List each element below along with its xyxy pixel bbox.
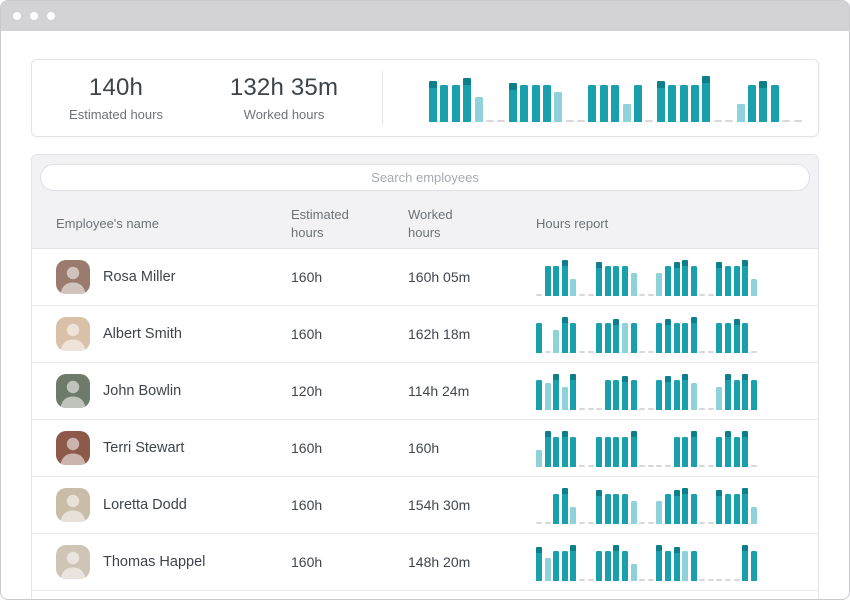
hours-report-sparkline (536, 315, 794, 353)
summary-divider (382, 71, 383, 125)
window-titlebar (1, 1, 849, 31)
person-silhouette-icon (56, 260, 90, 294)
person-silhouette-icon (56, 545, 90, 579)
summary-card: 140h Estimated hours 132h 35m Worked hou… (31, 59, 819, 137)
employee-name-cell: Albert Smith (56, 317, 291, 351)
estimated-hours-cell: 160h (291, 440, 408, 456)
estimated-hours-cell: 160h (291, 497, 408, 513)
monthly-hours-chart (429, 74, 805, 122)
employee-name-cell: Rosa Miller (56, 260, 291, 294)
person-silhouette-icon (56, 488, 90, 522)
worked-hours-cell: 148h 20m (408, 554, 536, 570)
estimated-hours-cell: 160h (291, 554, 408, 570)
table-header-row: Employee's name Estimated hours Worked h… (32, 199, 818, 249)
employee-name-cell: John Bowlin (56, 374, 291, 408)
estimated-hours-label: Estimated hours (32, 107, 200, 122)
hours-report-sparkline (536, 372, 794, 410)
column-header-worked-hours: Worked hours (408, 206, 480, 241)
estimated-hours-cell: 120h (291, 383, 408, 399)
search-input[interactable] (40, 164, 810, 191)
employee-avatar (56, 488, 90, 522)
employee-avatar (56, 374, 90, 408)
employee-name-cell: Thomas Happel (56, 545, 291, 579)
hours-report-sparkline (536, 486, 794, 524)
employee-avatar (56, 545, 90, 579)
employee-name-cell: Terri Stewart (56, 431, 291, 465)
column-header-estimated-hours: Estimated hours (291, 206, 363, 241)
employee-name-cell: Loretta Dodd (56, 488, 291, 522)
estimated-hours-cell: 160h (291, 269, 408, 285)
window-control-dot[interactable] (47, 12, 55, 20)
employee-name: Albert Smith (103, 326, 182, 342)
employee-name: John Bowlin (103, 383, 181, 399)
hours-report-sparkline (536, 258, 794, 296)
employee-name: Loretta Dodd (103, 497, 187, 513)
person-silhouette-icon (56, 317, 90, 351)
employee-name: Terri Stewart (103, 440, 184, 456)
estimated-hours-value: 140h (32, 74, 200, 102)
employee-row[interactable]: Thomas Happel 160h 148h 20m (32, 534, 818, 591)
app-window: 140h Estimated hours 132h 35m Worked hou… (0, 0, 850, 600)
window-control-dot[interactable] (30, 12, 38, 20)
main-content: 140h Estimated hours 132h 35m Worked hou… (1, 59, 849, 600)
worked-hours-value: 132h 35m (200, 74, 368, 102)
worked-hours-metric: 132h 35m Worked hours (200, 74, 368, 122)
estimated-hours-cell: 160h (291, 326, 408, 342)
column-header-hours-report: Hours report (536, 215, 794, 233)
employee-row[interactable]: Terri Stewart 160h 160h (32, 420, 818, 477)
employee-name: Thomas Happel (103, 554, 205, 570)
worked-hours-cell: 160h 05m (408, 269, 536, 285)
hours-report-sparkline (536, 429, 794, 467)
search-bar-area (32, 155, 818, 199)
employee-row[interactable]: Albert Smith 160h 162h 18m (32, 306, 818, 363)
worked-hours-cell: 154h 30m (408, 497, 536, 513)
employee-avatar (56, 317, 90, 351)
hours-report-sparkline (536, 543, 794, 581)
column-header-employee-name: Employee's name (56, 215, 291, 233)
worked-hours-cell: 160h (408, 440, 536, 456)
employee-name: Rosa Miller (103, 269, 176, 285)
person-silhouette-icon (56, 374, 90, 408)
window-control-dot[interactable] (13, 12, 21, 20)
employees-table: Employee's name Estimated hours Worked h… (31, 154, 819, 600)
employee-row[interactable]: Rosa Miller 160h 160h 05m (32, 249, 818, 306)
employee-row[interactable]: John Bowlin 120h 114h 24m (32, 363, 818, 420)
estimated-hours-metric: 140h Estimated hours (32, 74, 200, 122)
person-silhouette-icon (56, 431, 90, 465)
table-body: Rosa Miller 160h 160h 05m Albert Smith 1… (32, 249, 818, 600)
employee-row[interactable] (32, 591, 818, 600)
employee-row[interactable]: Loretta Dodd 160h 154h 30m (32, 477, 818, 534)
worked-hours-cell: 162h 18m (408, 326, 536, 342)
employee-avatar (56, 260, 90, 294)
worked-hours-label: Worked hours (200, 107, 368, 122)
employee-avatar (56, 431, 90, 465)
worked-hours-cell: 114h 24m (408, 383, 536, 399)
